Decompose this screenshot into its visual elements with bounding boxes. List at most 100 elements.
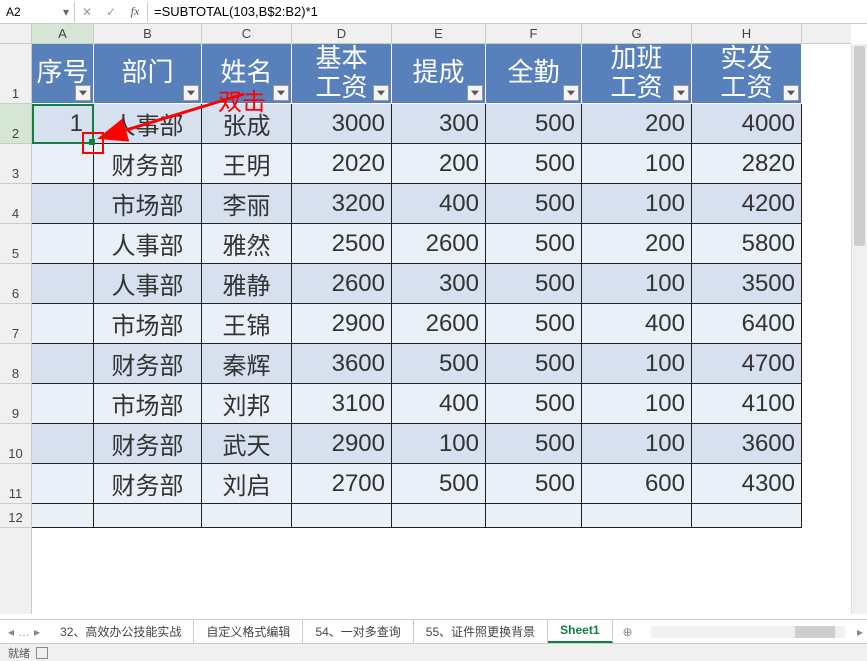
- table-cell[interactable]: 3500: [692, 264, 802, 304]
- table-cell[interactable]: 市场部: [94, 384, 202, 424]
- table-cell[interactable]: 刘邦: [202, 384, 292, 424]
- table-cell[interactable]: 雅然: [202, 224, 292, 264]
- table-cell[interactable]: 3600: [292, 344, 392, 384]
- header-cell[interactable]: 部门: [94, 44, 202, 104]
- table-cell[interactable]: 2600: [392, 304, 486, 344]
- filter-dropdown-icon[interactable]: [273, 85, 289, 101]
- sheet-tab[interactable]: Sheet1: [548, 620, 612, 643]
- table-cell[interactable]: [32, 344, 94, 384]
- select-all-triangle[interactable]: [0, 24, 32, 44]
- column-header-D[interactable]: D: [292, 24, 392, 43]
- table-cell[interactable]: [32, 504, 94, 528]
- table-cell[interactable]: [202, 504, 292, 528]
- table-cell[interactable]: 张成: [202, 104, 292, 144]
- table-cell[interactable]: [692, 504, 802, 528]
- table-cell[interactable]: 财务部: [94, 424, 202, 464]
- row-header-10[interactable]: 10: [0, 424, 31, 464]
- table-cell[interactable]: [32, 304, 94, 344]
- table-cell[interactable]: 400: [392, 184, 486, 224]
- horizontal-scrollbar[interactable]: [651, 626, 845, 638]
- fx-button[interactable]: fx: [123, 4, 147, 19]
- table-cell[interactable]: [32, 424, 94, 464]
- row-header-11[interactable]: 11: [0, 464, 31, 504]
- tab-first-icon[interactable]: ◂: [8, 625, 14, 639]
- tab-last-icon[interactable]: ▸: [34, 625, 40, 639]
- row-header-4[interactable]: 4: [0, 184, 31, 224]
- header-cell[interactable]: 序号: [32, 44, 94, 104]
- table-cell[interactable]: [94, 504, 202, 528]
- sheet-tab[interactable]: 32、高效办公技能实战: [48, 620, 194, 643]
- table-cell[interactable]: 2600: [392, 224, 486, 264]
- vertical-scroll-thumb[interactable]: [854, 46, 865, 246]
- table-cell[interactable]: [582, 504, 692, 528]
- table-cell[interactable]: 市场部: [94, 184, 202, 224]
- table-cell[interactable]: 2900: [292, 304, 392, 344]
- table-cell[interactable]: 200: [392, 144, 486, 184]
- header-cell[interactable]: 提成: [392, 44, 486, 104]
- row-header-7[interactable]: 7: [0, 304, 31, 344]
- table-cell[interactable]: 100: [582, 264, 692, 304]
- table-cell[interactable]: [392, 504, 486, 528]
- table-cell[interactable]: 2020: [292, 144, 392, 184]
- table-cell[interactable]: 4200: [692, 184, 802, 224]
- filter-dropdown-icon[interactable]: [183, 85, 199, 101]
- table-cell[interactable]: 500: [486, 464, 582, 504]
- header-cell[interactable]: 全勤: [486, 44, 582, 104]
- horizontal-scroll-thumb[interactable]: [795, 626, 835, 638]
- table-cell[interactable]: 100: [582, 184, 692, 224]
- table-cell[interactable]: 100: [392, 424, 486, 464]
- tab-ellipsis[interactable]: …: [18, 625, 30, 639]
- table-cell[interactable]: 400: [582, 304, 692, 344]
- table-cell[interactable]: 6400: [692, 304, 802, 344]
- table-cell[interactable]: 300: [392, 264, 486, 304]
- sheet-tab[interactable]: 自定义格式编辑: [194, 620, 303, 643]
- column-header-B[interactable]: B: [94, 24, 202, 43]
- table-cell[interactable]: 200: [582, 104, 692, 144]
- filter-dropdown-icon[interactable]: [563, 85, 579, 101]
- filter-dropdown-icon[interactable]: [673, 85, 689, 101]
- add-sheet-button[interactable]: ⊕: [613, 625, 643, 639]
- table-cell[interactable]: 300: [392, 104, 486, 144]
- table-cell[interactable]: 2600: [292, 264, 392, 304]
- table-cell[interactable]: 武天: [202, 424, 292, 464]
- table-cell[interactable]: [32, 384, 94, 424]
- formula-input[interactable]: [148, 2, 867, 21]
- table-cell[interactable]: 4300: [692, 464, 802, 504]
- cancel-button[interactable]: ✕: [75, 5, 99, 19]
- table-cell[interactable]: 100: [582, 344, 692, 384]
- table-cell[interactable]: 秦辉: [202, 344, 292, 384]
- sheet-tab[interactable]: 55、证件照更换背景: [414, 620, 548, 643]
- table-cell[interactable]: 500: [486, 424, 582, 464]
- table-cell[interactable]: 4000: [692, 104, 802, 144]
- table-cell[interactable]: 3600: [692, 424, 802, 464]
- table-cell[interactable]: 李丽: [202, 184, 292, 224]
- tab-right-icon[interactable]: ▸: [853, 625, 867, 639]
- table-cell[interactable]: 500: [486, 144, 582, 184]
- macro-record-icon[interactable]: [36, 647, 48, 659]
- table-cell[interactable]: 500: [392, 344, 486, 384]
- row-header-3[interactable]: 3: [0, 144, 31, 184]
- table-cell[interactable]: 100: [582, 144, 692, 184]
- table-cell[interactable]: 2500: [292, 224, 392, 264]
- sheet-tab[interactable]: 54、一对多查询: [303, 620, 413, 643]
- header-cell[interactable]: 实发工资: [692, 44, 802, 104]
- column-header-F[interactable]: F: [486, 24, 582, 43]
- table-cell[interactable]: 500: [486, 304, 582, 344]
- name-box-dropdown[interactable]: ▾: [58, 5, 74, 19]
- table-cell[interactable]: 5800: [692, 224, 802, 264]
- row-header-12[interactable]: 12: [0, 504, 31, 528]
- table-cell[interactable]: 200: [582, 224, 692, 264]
- column-header-G[interactable]: G: [582, 24, 692, 43]
- filter-dropdown-icon[interactable]: [783, 85, 799, 101]
- row-header-1[interactable]: 1: [0, 44, 31, 104]
- table-cell[interactable]: 2900: [292, 424, 392, 464]
- column-header-H[interactable]: H: [692, 24, 802, 43]
- confirm-button[interactable]: ✓: [99, 5, 123, 19]
- table-cell[interactable]: 雅静: [202, 264, 292, 304]
- row-header-8[interactable]: 8: [0, 344, 31, 384]
- table-cell[interactable]: 3200: [292, 184, 392, 224]
- filter-dropdown-icon[interactable]: [373, 85, 389, 101]
- vertical-scrollbar[interactable]: [851, 44, 867, 614]
- table-cell[interactable]: 人事部: [94, 264, 202, 304]
- table-cell[interactable]: 500: [486, 184, 582, 224]
